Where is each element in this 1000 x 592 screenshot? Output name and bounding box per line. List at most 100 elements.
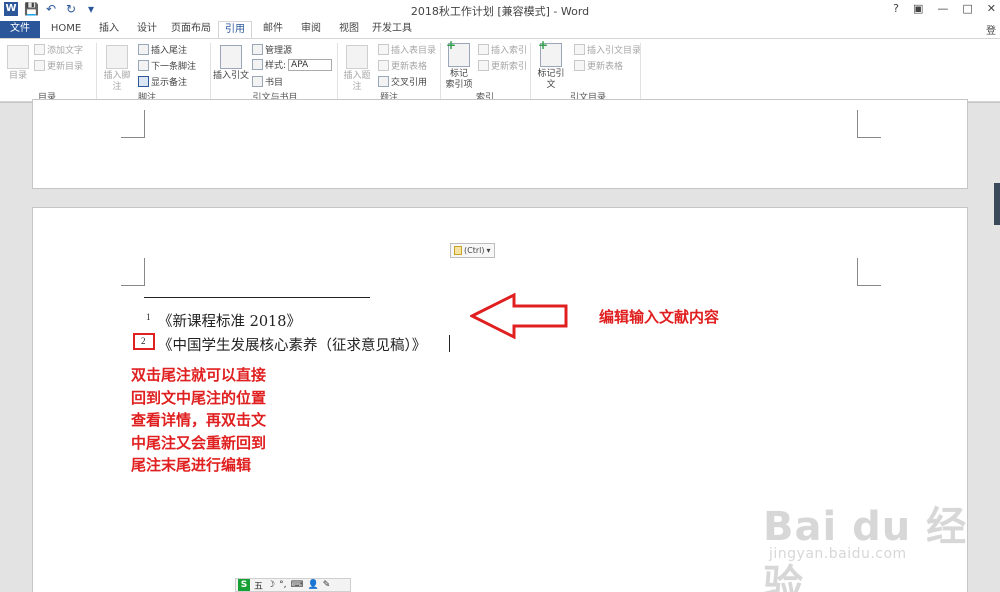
paste-options-label: (Ctrl)	[464, 246, 485, 255]
update-toa-icon	[574, 60, 585, 71]
mark-citation-icon: +	[538, 39, 562, 67]
tab-insert[interactable]: 插入	[92, 21, 126, 38]
plus-icon: +	[446, 38, 457, 52]
keyboard-icon[interactable]: ⌨	[290, 580, 303, 590]
left-arrow-annotation	[470, 293, 568, 339]
mark-citation-label: 标记引文	[537, 69, 565, 90]
ime-mode-label[interactable]: 五	[254, 579, 263, 592]
tab-references[interactable]: 引用	[218, 21, 252, 38]
user-account[interactable]: 登	[986, 22, 996, 37]
update-index-icon	[478, 60, 489, 71]
endnote-number[interactable]: 2	[141, 336, 146, 346]
style-dropdown[interactable]: APA	[288, 58, 333, 71]
annotation-line: 中尾注又会重新回到	[131, 433, 267, 452]
ime-logo-icon: S	[238, 579, 250, 591]
ribbon-display-icon[interactable]: ▣	[913, 2, 923, 15]
endnote-number[interactable]: 1	[146, 312, 151, 322]
side-scroll-handle[interactable]	[994, 183, 1000, 225]
annotation-left: 双击尾注就可以直接 回到文中尾注的位置 查看详情，再双击文 中尾注又会重新回到 …	[131, 364, 266, 477]
title-bar: W 💾 ↶ ↻ ▾ 2018秋工作计划 [兼容模式] - Word ? ▣ — …	[0, 0, 1000, 20]
update-toa-label: 更新表格	[587, 62, 624, 72]
style-label: 样式:	[265, 61, 287, 71]
tab-page-layout[interactable]: 页面布局	[168, 21, 214, 38]
insert-index-button[interactable]: 插入索引	[478, 43, 527, 56]
mark-entry-label-1: 标记	[449, 69, 468, 79]
text-cursor	[449, 335, 450, 352]
cross-reference-button[interactable]: 交叉引用	[378, 75, 427, 88]
update-table-icon	[378, 60, 389, 71]
group-divider	[440, 43, 441, 99]
page-previous[interactable]	[32, 99, 968, 189]
tab-review[interactable]: 审阅	[294, 21, 328, 38]
group-divider	[96, 43, 97, 99]
punctuation-icon[interactable]: °,	[279, 580, 286, 590]
manage-sources-icon	[252, 44, 263, 55]
annotation-line: 尾注末尾进行编辑	[131, 456, 252, 474]
tab-view[interactable]: 视图	[332, 21, 366, 38]
toc-icon	[7, 45, 29, 69]
update-index-button[interactable]: 更新索引	[478, 59, 527, 72]
annotation-line: 回到文中尾注的位置	[131, 388, 267, 407]
endnote-text[interactable]: 《新课程标准 2018》	[158, 310, 301, 331]
watermark-url: jingyan.baidu.com	[769, 546, 907, 562]
margin-corner	[857, 110, 881, 138]
style-icon	[252, 59, 263, 70]
insert-table-of-figures-button[interactable]: 插入表目录	[378, 43, 436, 56]
group-divider	[530, 43, 531, 99]
toc-button[interactable]: 目录	[6, 45, 30, 82]
manage-sources-button[interactable]: 管理源	[252, 43, 292, 56]
paste-options-button[interactable]: (Ctrl) ▾	[450, 243, 495, 258]
user-icon[interactable]: 👤	[307, 580, 318, 590]
insert-caption-button[interactable]: 插入题注	[340, 45, 374, 93]
baidu-watermark: Bai du 经验 jingyan.baidu.com	[763, 482, 993, 592]
mark-entry-button[interactable]: + 标记 索引项	[444, 38, 474, 91]
endnote-icon	[138, 44, 149, 55]
tab-file[interactable]: 文件	[0, 21, 40, 38]
annotation-line: 双击尾注就可以直接	[131, 366, 267, 384]
show-notes-label: 显示备注	[151, 78, 188, 88]
clipboard-icon	[454, 246, 462, 255]
update-toc-button[interactable]: 更新目录	[34, 59, 83, 72]
insert-endnote-label: 插入尾注	[151, 46, 188, 56]
insert-footnote-button[interactable]: 插入脚注	[100, 45, 134, 93]
bibliography-icon	[252, 76, 263, 87]
insert-citation-button[interactable]: 插入引文	[213, 45, 249, 82]
window-title: 2018秋工作计划 [兼容模式] - Word	[410, 5, 590, 18]
moon-icon[interactable]: ☽	[267, 580, 275, 590]
insert-index-icon	[478, 44, 489, 55]
settings-icon[interactable]: ✎	[323, 580, 331, 590]
insert-toa-button[interactable]: 插入引文目录	[574, 43, 641, 56]
insert-footnote-label: 插入脚注	[103, 71, 131, 92]
bibliography-button[interactable]: 书目	[252, 75, 283, 88]
style-select[interactable]: 样式: APA	[252, 58, 333, 71]
ime-toolbar[interactable]: S 五 ☽ °, ⌨ 👤 ✎	[235, 578, 351, 592]
update-toc-label: 更新目录	[47, 62, 84, 72]
dropdown-arrow-icon: ▾	[486, 246, 491, 255]
add-text-label: 添加文字	[47, 46, 84, 56]
help-icon[interactable]: ?	[893, 2, 899, 15]
mark-citation-button[interactable]: + 标记引文	[534, 39, 568, 91]
endnote-text[interactable]: 《中国学生发展核心素养（征求意见稿）》	[158, 334, 426, 355]
next-footnote-button[interactable]: 下一条脚注	[138, 59, 196, 72]
minimize-icon[interactable]: —	[937, 2, 948, 15]
show-notes-icon	[138, 76, 149, 87]
insert-index-label: 插入索引	[491, 46, 528, 56]
tab-design[interactable]: 设计	[130, 21, 164, 38]
maximize-icon[interactable]: □	[962, 2, 972, 15]
footnote-icon	[106, 45, 128, 69]
insert-caption-label: 插入题注	[343, 71, 371, 92]
show-notes-button[interactable]: 显示备注	[138, 75, 187, 88]
tab-mailings[interactable]: 邮件	[256, 21, 290, 38]
manage-sources-label: 管理源	[265, 46, 293, 56]
add-text-button[interactable]: 添加文字	[34, 43, 83, 56]
tab-developer[interactable]: 开发工具	[368, 21, 416, 38]
update-index-label: 更新索引	[491, 62, 528, 72]
update-toa-button[interactable]: 更新表格	[574, 59, 623, 72]
margin-corner	[121, 258, 145, 286]
toc-label: 目录	[8, 71, 27, 81]
insert-endnote-button[interactable]: 插入尾注	[138, 43, 187, 56]
update-table-figures-button[interactable]: 更新表格	[378, 59, 427, 72]
close-icon[interactable]: ✕	[987, 2, 996, 15]
ribbon-tabs: 文件 HOME 插入 设计 页面布局 引用 邮件 审阅 视图 开发工具	[0, 20, 1000, 38]
tab-home[interactable]: HOME	[44, 21, 88, 38]
